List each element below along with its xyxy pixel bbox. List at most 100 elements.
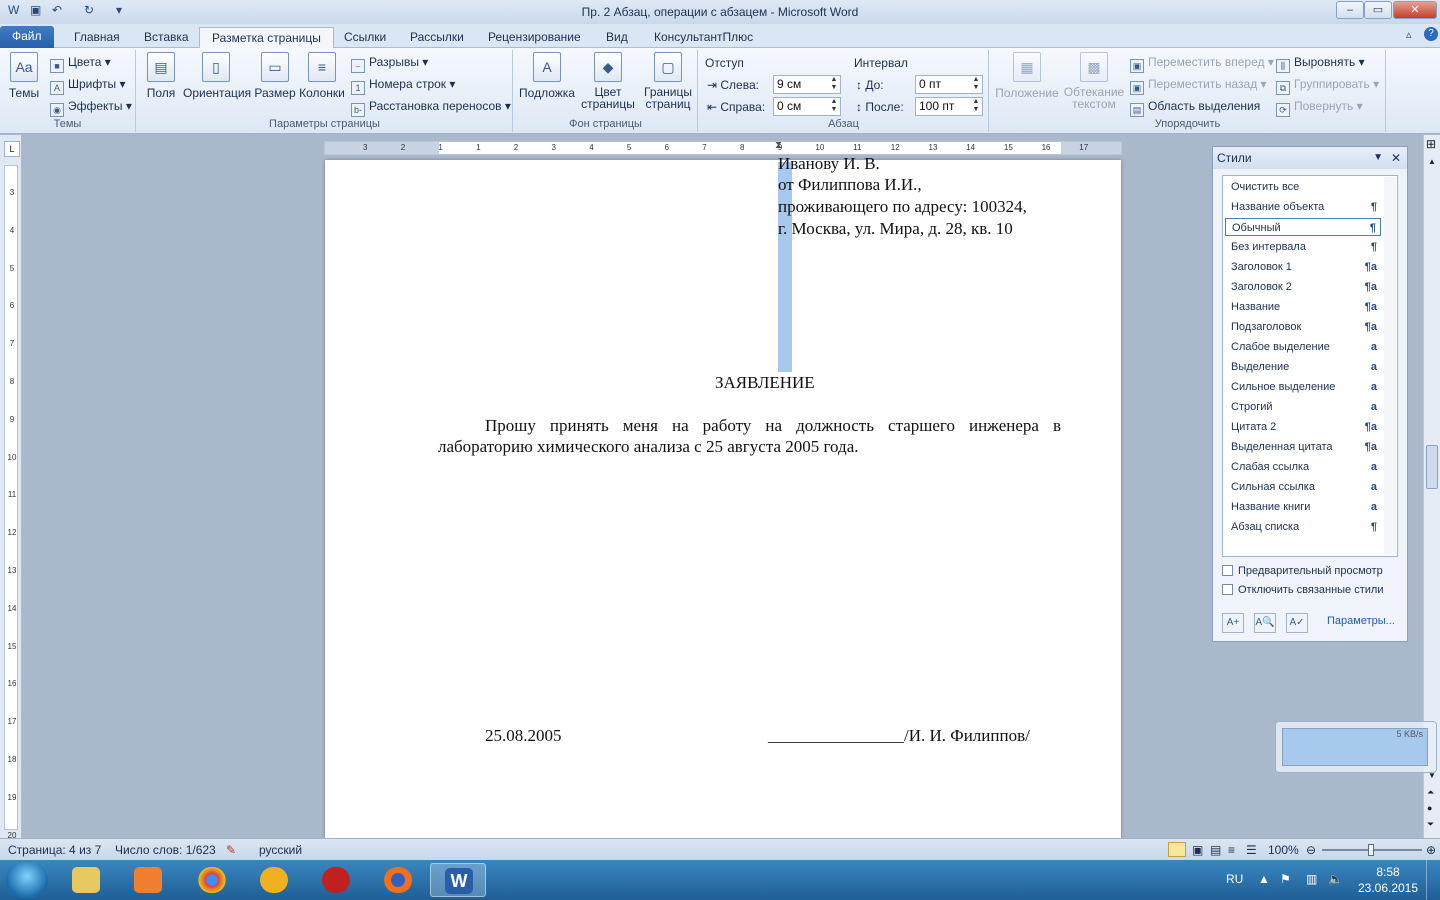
effects-button[interactable]: ◉ Эффекты ▾ — [50, 97, 132, 117]
tab-references[interactable]: Ссылки — [332, 27, 398, 48]
network-monitor-widget[interactable]: 5 KB/s — [1275, 721, 1437, 773]
addressee-line-4[interactable]: г. Москва, ул. Мира, д. 28, кв. 10 — [778, 219, 1013, 239]
style-item[interactable]: Слабое выделение a — [1225, 338, 1381, 356]
watermark-button[interactable]: A Подложка — [518, 52, 576, 100]
tab-selector-icon[interactable]: L — [4, 141, 20, 157]
spin-arrows-icon[interactable]: ▲ ▼ — [829, 98, 839, 114]
tab-view[interactable]: Вид — [594, 27, 640, 48]
style-item[interactable]: Название книги a — [1225, 498, 1381, 516]
horizontal-ruler[interactable]: ⧗ 3 2 1 1 2 3 4 5 6 7 8 9 10 11 12 13 14 15 16 17 — [324, 140, 1122, 155]
language-switcher[interactable]: RU — [1226, 872, 1243, 886]
themes-button[interactable]: Aa Темы — [2, 52, 46, 100]
ruler-toggle-icon[interactable]: ⊞ — [1426, 137, 1436, 151]
spacing-after-input[interactable]: 100 пт ▲ ▼ — [915, 97, 983, 116]
taskbar-mail[interactable] — [246, 863, 302, 897]
proofing-icon[interactable]: ✎ — [226, 843, 236, 857]
new-style-icon[interactable]: A+ — [1222, 613, 1244, 633]
spin-arrows-icon[interactable]: ▲ ▼ — [971, 76, 981, 92]
disable-linked-checkbox[interactable]: Отключить связанные стили — [1222, 584, 1383, 596]
addressee-line-3[interactable]: проживающего по адресу: 100324, — [778, 197, 1027, 217]
taskbar-explorer[interactable] — [58, 863, 114, 897]
page-count[interactable]: Страница: 4 из 7 — [8, 843, 101, 857]
zoom-in-icon[interactable]: ⊕ — [1426, 843, 1436, 857]
align-button[interactable]: ⫼ Выровнять ▾ — [1276, 53, 1365, 73]
spin-arrows-icon[interactable]: ▲ ▼ — [829, 76, 839, 92]
rotate-button[interactable]: ⟳ Повернуть ▾ — [1276, 97, 1363, 117]
help-icon[interactable]: ? — [1424, 27, 1438, 41]
style-item[interactable]: Очистить все — [1225, 178, 1381, 196]
style-item[interactable]: Название объекта ¶ — [1225, 198, 1381, 216]
outline-icon[interactable]: ≡ — [1228, 843, 1235, 857]
style-item[interactable]: Без интервала ¶ — [1225, 238, 1381, 256]
maximize-button[interactable]: ▭ — [1364, 1, 1392, 19]
preview-checkbox[interactable]: Предварительный просмотр — [1222, 565, 1383, 577]
collapse-ribbon-icon[interactable]: ▵ — [1406, 28, 1412, 41]
document-heading[interactable]: ЗАЯВЛЕНИЕ — [715, 373, 815, 393]
style-item[interactable]: Сильное выделение a — [1225, 378, 1381, 396]
addressee-line-2[interactable]: от Филиппова И.И., — [778, 175, 922, 195]
breaks-button[interactable]: ⎯ Разрывы ▾ — [351, 53, 428, 73]
colors-button[interactable]: ■ Цвета ▾ — [50, 53, 111, 73]
group-objects-button[interactable]: ⧉ Группировать ▾ — [1276, 75, 1379, 95]
volume-icon[interactable]: 🔈 — [1328, 872, 1343, 886]
tab-home[interactable]: Главная — [62, 27, 132, 48]
spacing-before-input[interactable]: 0 пт ▲ ▼ — [915, 75, 983, 94]
pane-options-icon[interactable]: ▼ — [1373, 147, 1383, 169]
style-item[interactable]: Абзац списка ¶ — [1225, 518, 1381, 536]
taskbar-firefox[interactable] — [370, 863, 426, 897]
show-desktop-button[interactable] — [1426, 860, 1440, 900]
tab-mailings[interactable]: Рассылки — [398, 27, 476, 48]
wrap-text-button[interactable]: ▩ Обтекание текстом — [1062, 52, 1126, 110]
full-screen-reading-icon[interactable]: ▣ — [1192, 843, 1203, 857]
selection-pane-button[interactable]: ▤ Область выделения — [1130, 97, 1260, 117]
bring-forward-button[interactable]: ▣ Переместить вперед ▾ — [1130, 53, 1274, 73]
next-page-icon[interactable]: ⏷ — [1427, 819, 1434, 830]
orientation-button[interactable]: ▯ Ориентация — [183, 52, 251, 100]
style-item[interactable]: Слабая ссылка a — [1225, 458, 1381, 476]
indent-right-input[interactable]: 0 см ▲ ▼ — [773, 97, 841, 116]
taskbar-word[interactable]: W — [430, 863, 486, 897]
manage-styles-icon[interactable]: A✓ — [1286, 613, 1308, 633]
document-signature[interactable]: ________________/И. И. Филиппов/ — [768, 726, 1030, 746]
document-page[interactable]: Иванову И. В. от Филиппова И.И., прожива… — [325, 154, 1121, 840]
tray-flag-icon[interactable]: ⚑ — [1280, 872, 1291, 886]
styles-scrollbar[interactable] — [1384, 177, 1396, 555]
web-layout-icon[interactable]: ▤ — [1210, 843, 1221, 857]
hyphenation-button[interactable]: b- Расстановка переносов ▾ — [351, 97, 511, 117]
style-item[interactable]: Название ¶a — [1225, 298, 1381, 316]
zoom-out-icon[interactable]: ⊖ — [1306, 843, 1316, 857]
style-item[interactable]: Заголовок 1 ¶a — [1225, 258, 1381, 276]
send-backward-button[interactable]: ▣ Переместить назад ▾ — [1130, 75, 1267, 95]
document-area[interactable]: Иванову И. В. от Филиппова И.И., прожива… — [23, 135, 1210, 840]
scroll-up-icon[interactable]: ▲ — [1428, 157, 1436, 166]
start-button[interactable] — [6, 862, 48, 898]
tab-consultantplus[interactable]: КонсультантПлюс — [642, 27, 765, 48]
zoom-slider[interactable] — [1322, 844, 1422, 856]
style-item[interactable]: Выделение a — [1225, 358, 1381, 376]
page-borders-button[interactable]: ▢ Границы страниц — [640, 52, 696, 110]
scroll-thumb[interactable] — [1426, 445, 1438, 489]
style-item[interactable]: Выделенная цитата ¶a — [1225, 438, 1381, 456]
columns-button[interactable]: ≡ Колонки — [297, 52, 347, 100]
taskbar-chrome[interactable] — [184, 863, 240, 897]
position-button[interactable]: ▦ Положение — [994, 52, 1060, 100]
indent-left-input[interactable]: 9 см ▲ ▼ — [773, 75, 841, 94]
word-count[interactable]: Число слов: 1/623 — [115, 843, 216, 857]
size-button[interactable]: ▭ Размер — [253, 52, 297, 100]
prev-page-icon[interactable]: ⏶ — [1427, 787, 1434, 798]
margins-button[interactable]: ▤ Поля — [139, 52, 183, 100]
options-link[interactable]: Параметры... — [1327, 615, 1395, 627]
draft-icon[interactable]: ☰ — [1246, 843, 1257, 857]
style-item[interactable]: Заголовок 2 ¶a — [1225, 278, 1381, 296]
zoom-slider-thumb[interactable] — [1368, 844, 1374, 856]
addressee-line-1[interactable]: Иванову И. В. — [778, 154, 880, 174]
style-item[interactable]: Цитата 2 ¶a — [1225, 418, 1381, 436]
body-line-2[interactable]: лабораторию химического анализа с 25 авг… — [438, 437, 859, 457]
close-button[interactable]: ✕ — [1393, 1, 1437, 19]
tab-insert[interactable]: Вставка — [132, 27, 201, 48]
document-date[interactable]: 25.08.2005 — [485, 726, 562, 746]
tab-page-layout[interactable]: Разметка страницы — [199, 27, 334, 48]
browse-object-icon[interactable]: ● — [1427, 803, 1432, 813]
fonts-button[interactable]: A Шрифты ▾ — [50, 75, 125, 95]
tab-review[interactable]: Рецензирование — [476, 27, 593, 48]
